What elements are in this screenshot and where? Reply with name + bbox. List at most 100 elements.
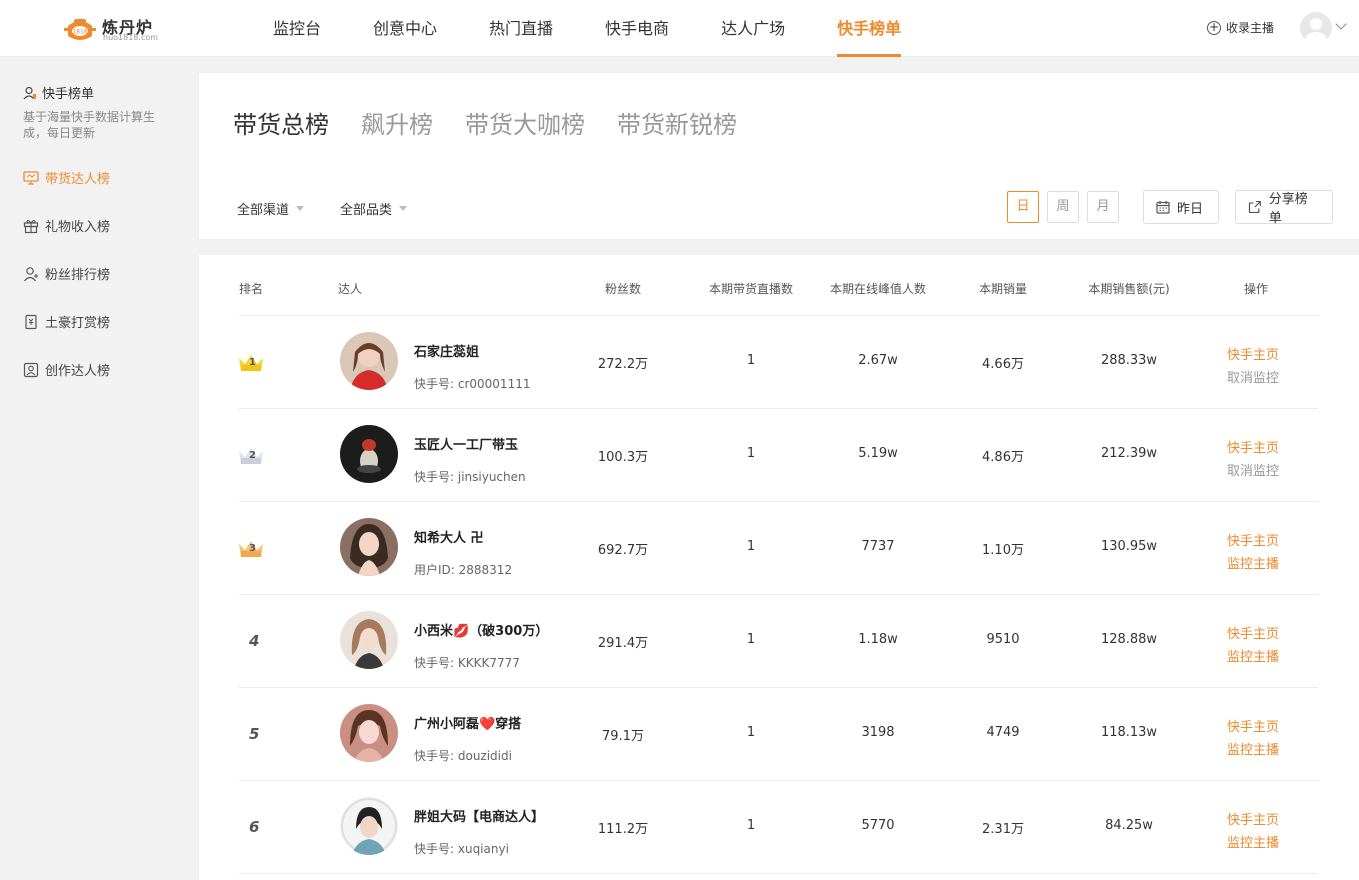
avatar[interactable] [340,518,398,576]
kuaishou-homepage-link[interactable]: 快手主页 [1227,623,1279,642]
ranking-table: 排名 达人 粉丝数 本期带货直播数 本期在线峰值人数 本期销量 本期销售额(元)… [199,255,1359,880]
sidebar-item-sales-talent[interactable]: 带货达人榜 [23,168,110,187]
row-divider [239,873,1318,874]
collect-streamer-button[interactable]: + 收录主播 [1207,19,1274,36]
profile-card-icon [23,362,39,377]
sales-volume: 4749 [986,725,1020,740]
logo-icon: 1818 [64,19,96,40]
fans-count: 272.2万 [597,357,649,372]
fans-count: 111.2万 [597,822,649,837]
header-fans: 粉丝数 [604,282,641,296]
peak-viewers: 5770 [861,818,895,833]
main-nav: 监控台 创意中心 热门直播 快手电商 达人广场 快手榜单 [256,0,936,57]
talent-name[interactable]: 小西米💋（破300万） [414,620,548,639]
period-day-button[interactable]: 日 [1007,191,1039,223]
talent-id: 快手号: cr00001111 [414,377,531,391]
rank-number: 1 [249,357,256,368]
sales-amount: 118.13w [1100,725,1158,740]
monitor-streamer-link[interactable]: 监控主播 [1227,832,1279,851]
period-week-button[interactable]: 周 [1047,191,1079,223]
sales-volume: 4.66万 [982,357,1024,372]
kuaishou-homepage-link[interactable]: 快手主页 [1227,809,1279,828]
sidebar-item-label: 粉丝排行榜 [45,268,111,283]
table-row: 6 胖姐大码【电商达人】 快手号: xuqianyi 111.2万 1 5770… [199,781,1359,874]
talent-name[interactable]: 知希大人 卍 [414,527,484,546]
nav-rankings[interactable]: 快手榜单 [820,0,918,57]
sidebar-item-fans-ranking[interactable]: 粉丝排行榜 [23,264,110,283]
live-count: 1 [746,446,756,461]
monitor-icon [23,170,39,185]
table-row: 2 玉匠人一工厂带玉 快手号: jinsiyuchen 100.3万 1 5.1… [199,409,1359,502]
top-bar: 1818 炼丹炉 huo1818.com 监控台 创意中心 热门直播 快手电商 … [0,0,1359,57]
sales-volume: 1.10万 [982,543,1024,558]
monitor-streamer-link[interactable]: 监控主播 [1227,646,1279,665]
tab-top-sellers[interactable]: 带货大咖榜 [465,105,585,140]
avatar[interactable] [340,425,398,483]
rank-number: 4 [249,632,260,650]
talent-id: 用户ID: 2888312 [414,563,513,577]
sidebar-item-label: 带货达人榜 [45,172,111,187]
sales-amount: 288.33w [1100,353,1158,368]
tab-sales-total[interactable]: 带货总榜 [233,105,329,140]
nav-hot-live[interactable]: 热门直播 [472,0,570,57]
avatar[interactable] [340,611,398,669]
sidebar-item-tycoon-tip[interactable]: 土豪打赏榜 [23,312,110,331]
header-actions: 操作 [1243,282,1268,296]
sales-amount: 84.25w [1105,818,1153,833]
user-avatar[interactable] [1300,12,1332,44]
sidebar-title: 快手榜单 [23,83,94,102]
fans-count: 79.1万 [602,729,644,744]
sidebar-item-label: 创作达人榜 [45,364,111,379]
talent-name[interactable]: 石家庄蕊姐 [414,341,479,360]
peak-viewers: 7737 [861,539,895,554]
kuaishou-homepage-link[interactable]: 快手主页 [1227,437,1279,456]
talent-id: 快手号: KKKK7777 [414,656,520,670]
user-icon [24,266,38,281]
talent-name[interactable]: 广州小阿磊❤️穿搭 [414,713,521,732]
plus-circle-icon: + [1207,19,1221,35]
peak-viewers: 5.19w [858,446,898,461]
table-row: 5 广州小阿磊❤️穿搭 快手号: douzididi 79.1万 1 3198 … [199,688,1359,781]
avatar[interactable] [340,797,398,855]
rank-user-icon [23,86,36,99]
talent-id: 快手号: douzididi [414,749,512,763]
tab-rising[interactable]: 飙升榜 [361,105,433,140]
collect-label: 收录主播 [1226,21,1275,35]
header-peak-viewers: 本期在线峰值人数 [829,282,926,296]
period-month-button[interactable]: 月 [1087,191,1119,223]
avatar[interactable] [340,704,398,762]
talent-name[interactable]: 胖姐大码【电商达人】 [414,806,544,825]
unmonitor-link[interactable]: 取消监控 [1227,460,1279,479]
nav-talent-square[interactable]: 达人广场 [704,0,802,57]
category-filter[interactable]: 全部品类 [340,199,408,218]
sales-volume: 4.86万 [982,450,1024,465]
monitor-streamer-link[interactable]: 监控主播 [1227,553,1279,572]
live-count: 1 [746,353,756,368]
kuaishou-homepage-link[interactable]: 快手主页 [1227,716,1279,735]
share-ranking-button[interactable]: 分享榜单 [1235,190,1333,226]
nav-monitor[interactable]: 监控台 [256,0,338,57]
kuaishou-homepage-link[interactable]: 快手主页 [1227,344,1279,363]
live-count: 1 [746,725,756,740]
peak-viewers: 1.18w [858,632,898,647]
kuaishou-homepage-link[interactable]: 快手主页 [1227,530,1279,549]
avatar[interactable] [340,332,398,390]
nav-ecommerce[interactable]: 快手电商 [588,0,686,57]
date-picker-button[interactable]: 昨日 [1143,190,1219,224]
sidebar-item-creator[interactable]: 创作达人榜 [23,360,110,379]
nav-creative[interactable]: 创意中心 [356,0,454,57]
unmonitor-link[interactable]: 取消监控 [1227,367,1279,386]
channel-filter[interactable]: 全部渠道 [237,199,305,218]
chevron-down-icon[interactable] [1335,18,1347,30]
fans-count: 100.3万 [597,450,649,465]
live-count: 1 [746,818,756,833]
caret-down-icon [296,206,305,211]
sidebar-item-gift-income[interactable]: 礼物收入榜 [23,216,110,235]
logo[interactable]: 1818 炼丹炉 huo1818.com [62,12,162,46]
ranking-header-panel: 带货总榜 飙升榜 带货大咖榜 带货新锐榜 全部渠道 全部品类 日 周 月 昨日 … [199,73,1359,239]
talent-name[interactable]: 玉匠人一工厂带玉 [414,434,518,453]
date-button-label: 昨日 [1177,201,1204,217]
tab-new-sellers[interactable]: 带货新锐榜 [617,105,737,140]
monitor-streamer-link[interactable]: 监控主播 [1227,739,1279,758]
talent-id: 快手号: xuqianyi [414,842,509,856]
